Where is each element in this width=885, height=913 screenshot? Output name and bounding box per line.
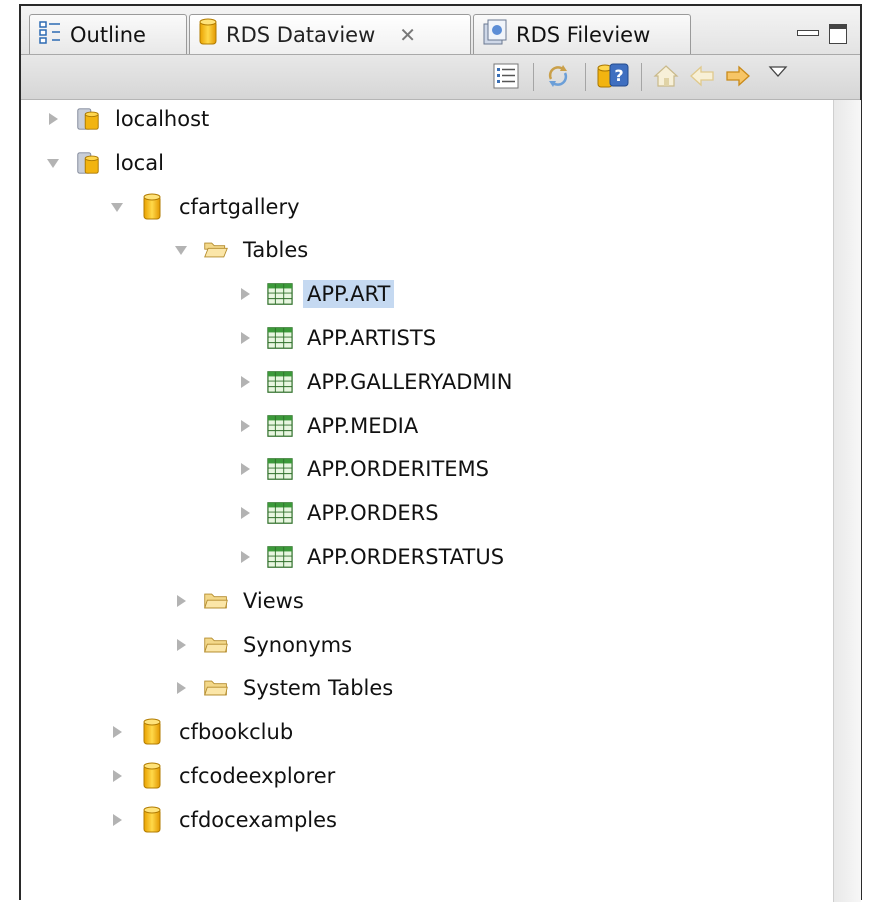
view-toolbar: ? — [21, 55, 860, 100]
tree-item-label: Views — [243, 588, 304, 613]
tree-item-label: APP.GALLERYADMIN — [307, 369, 513, 394]
maximize-button[interactable] — [829, 24, 847, 44]
tree-item-label: System Tables — [243, 676, 394, 701]
tree-item[interactable]: APP.ORDERSTATUS — [237, 537, 508, 577]
tree-item-label: APP.ART — [303, 280, 395, 309]
tree-item[interactable]: cfcodeexplorer — [109, 756, 339, 796]
tree-item-label: localhost — [115, 107, 210, 131]
server-icon — [75, 106, 101, 132]
table-icon — [267, 544, 293, 570]
view-menu-icon[interactable] — [765, 59, 791, 85]
collapsed-triangle-icon[interactable] — [237, 286, 253, 302]
svg-text:?: ? — [614, 66, 623, 85]
list-icon[interactable] — [493, 63, 519, 89]
tree-item[interactable]: Tables — [173, 230, 312, 270]
fileview-icon — [482, 18, 508, 51]
tree-item[interactable]: localhost — [45, 99, 213, 139]
tree-item[interactable]: APP.MEDIA — [237, 406, 422, 446]
expanded-triangle-icon[interactable] — [45, 155, 61, 171]
tree-item-label: APP.ARTISTS — [307, 326, 437, 350]
tree-item-label: APP.ORDERS — [307, 501, 439, 526]
folder-open-icon — [203, 237, 229, 263]
expanded-triangle-icon[interactable] — [173, 242, 189, 258]
rds-dataview-panel: Outline RDS Dataview ✕ RDS Fileview ? lo… — [19, 4, 862, 902]
tab-rds-dataview-label: RDS Dataview — [226, 22, 376, 47]
table-icon — [267, 281, 293, 307]
tab-outline-label: Outline — [70, 22, 146, 47]
collapsed-triangle-icon[interactable] — [173, 593, 189, 609]
close-icon[interactable]: ✕ — [399, 23, 416, 47]
collapsed-triangle-icon[interactable] — [237, 505, 253, 521]
table-icon — [267, 500, 293, 526]
collapsed-triangle-icon[interactable] — [237, 374, 253, 390]
tree-item[interactable]: local — [45, 143, 168, 183]
tree-item-label: cfdocexamples — [179, 807, 337, 832]
tab-outline[interactable]: Outline — [29, 14, 187, 54]
tree-item-label: APP.MEDIA — [307, 413, 419, 438]
collapsed-triangle-icon[interactable] — [109, 812, 125, 828]
tree-item-label: cfartgallery — [179, 194, 300, 219]
collapsed-triangle-icon[interactable] — [173, 637, 189, 653]
tree-item[interactable]: APP.ART — [237, 274, 395, 314]
view-tab-bar: Outline RDS Dataview ✕ RDS Fileview — [21, 6, 860, 55]
refresh-icon[interactable] — [545, 63, 571, 89]
tree-item-label: cfcodeexplorer — [179, 764, 336, 788]
folder-icon — [203, 588, 229, 614]
collapsed-triangle-icon[interactable] — [45, 111, 61, 127]
tree-item-label: Synonyms — [243, 632, 353, 657]
table-icon — [267, 456, 293, 482]
tree-item-label: cfbookclub — [179, 720, 294, 745]
table-icon — [267, 369, 293, 395]
collapsed-triangle-icon[interactable] — [109, 724, 125, 740]
tree-item[interactable]: APP.ORDERS — [237, 493, 443, 533]
tree-item-label: local — [115, 150, 164, 175]
datasource-icon — [139, 762, 165, 789]
toolbar-separator — [533, 63, 534, 91]
database-icon — [198, 17, 218, 52]
collapsed-triangle-icon[interactable] — [237, 330, 253, 346]
tree-item[interactable]: Views — [173, 581, 308, 621]
collapsed-triangle-icon[interactable] — [109, 768, 125, 784]
folder-icon — [203, 632, 229, 658]
tree-item[interactable]: cfdocexamples — [109, 800, 341, 840]
toolbar-separator — [585, 63, 586, 91]
tree-item[interactable]: cfbookclub — [109, 712, 297, 752]
tree-item[interactable]: APP.ORDERITEMS — [237, 449, 493, 489]
tree-item[interactable]: cfartgallery — [109, 187, 304, 227]
table-icon — [267, 413, 293, 439]
database-help-icon[interactable]: ? — [597, 63, 629, 89]
tree-item[interactable]: Synonyms — [173, 625, 356, 665]
rds-tree: localhost local cfartgallery Tables APP.ART A… — [21, 100, 833, 902]
toolbar-separator — [641, 63, 642, 91]
tab-rds-fileview[interactable]: RDS Fileview — [473, 14, 691, 54]
tree-item-label: Tables — [243, 238, 309, 263]
vertical-scrollbar[interactable] — [833, 100, 861, 902]
home-icon[interactable] — [653, 63, 679, 89]
tree-item[interactable]: APP.ARTISTS — [237, 318, 440, 358]
back-arrow-icon[interactable] — [689, 63, 715, 89]
folder-icon — [203, 675, 229, 701]
tree-item[interactable]: System Tables — [173, 668, 397, 708]
collapsed-triangle-icon[interactable] — [237, 461, 253, 477]
tree-item[interactable]: APP.GALLERYADMIN — [237, 362, 516, 402]
minimize-button[interactable] — [797, 30, 819, 36]
expanded-triangle-icon[interactable] — [109, 199, 125, 215]
outline-icon — [38, 20, 62, 49]
collapsed-triangle-icon[interactable] — [237, 418, 253, 434]
datasource-icon — [139, 193, 165, 220]
server-icon — [75, 150, 101, 176]
forward-arrow-icon[interactable] — [725, 63, 751, 89]
collapsed-triangle-icon[interactable] — [173, 680, 189, 696]
collapsed-triangle-icon[interactable] — [237, 549, 253, 565]
tab-rds-fileview-label: RDS Fileview — [516, 22, 651, 47]
tree-item-label: APP.ORDERSTATUS — [307, 545, 505, 569]
tab-rds-dataview[interactable]: RDS Dataview ✕ — [189, 14, 471, 54]
table-icon — [267, 325, 293, 351]
datasource-icon — [139, 718, 165, 745]
tree-item-label: APP.ORDERITEMS — [307, 457, 489, 482]
datasource-icon — [139, 806, 165, 833]
